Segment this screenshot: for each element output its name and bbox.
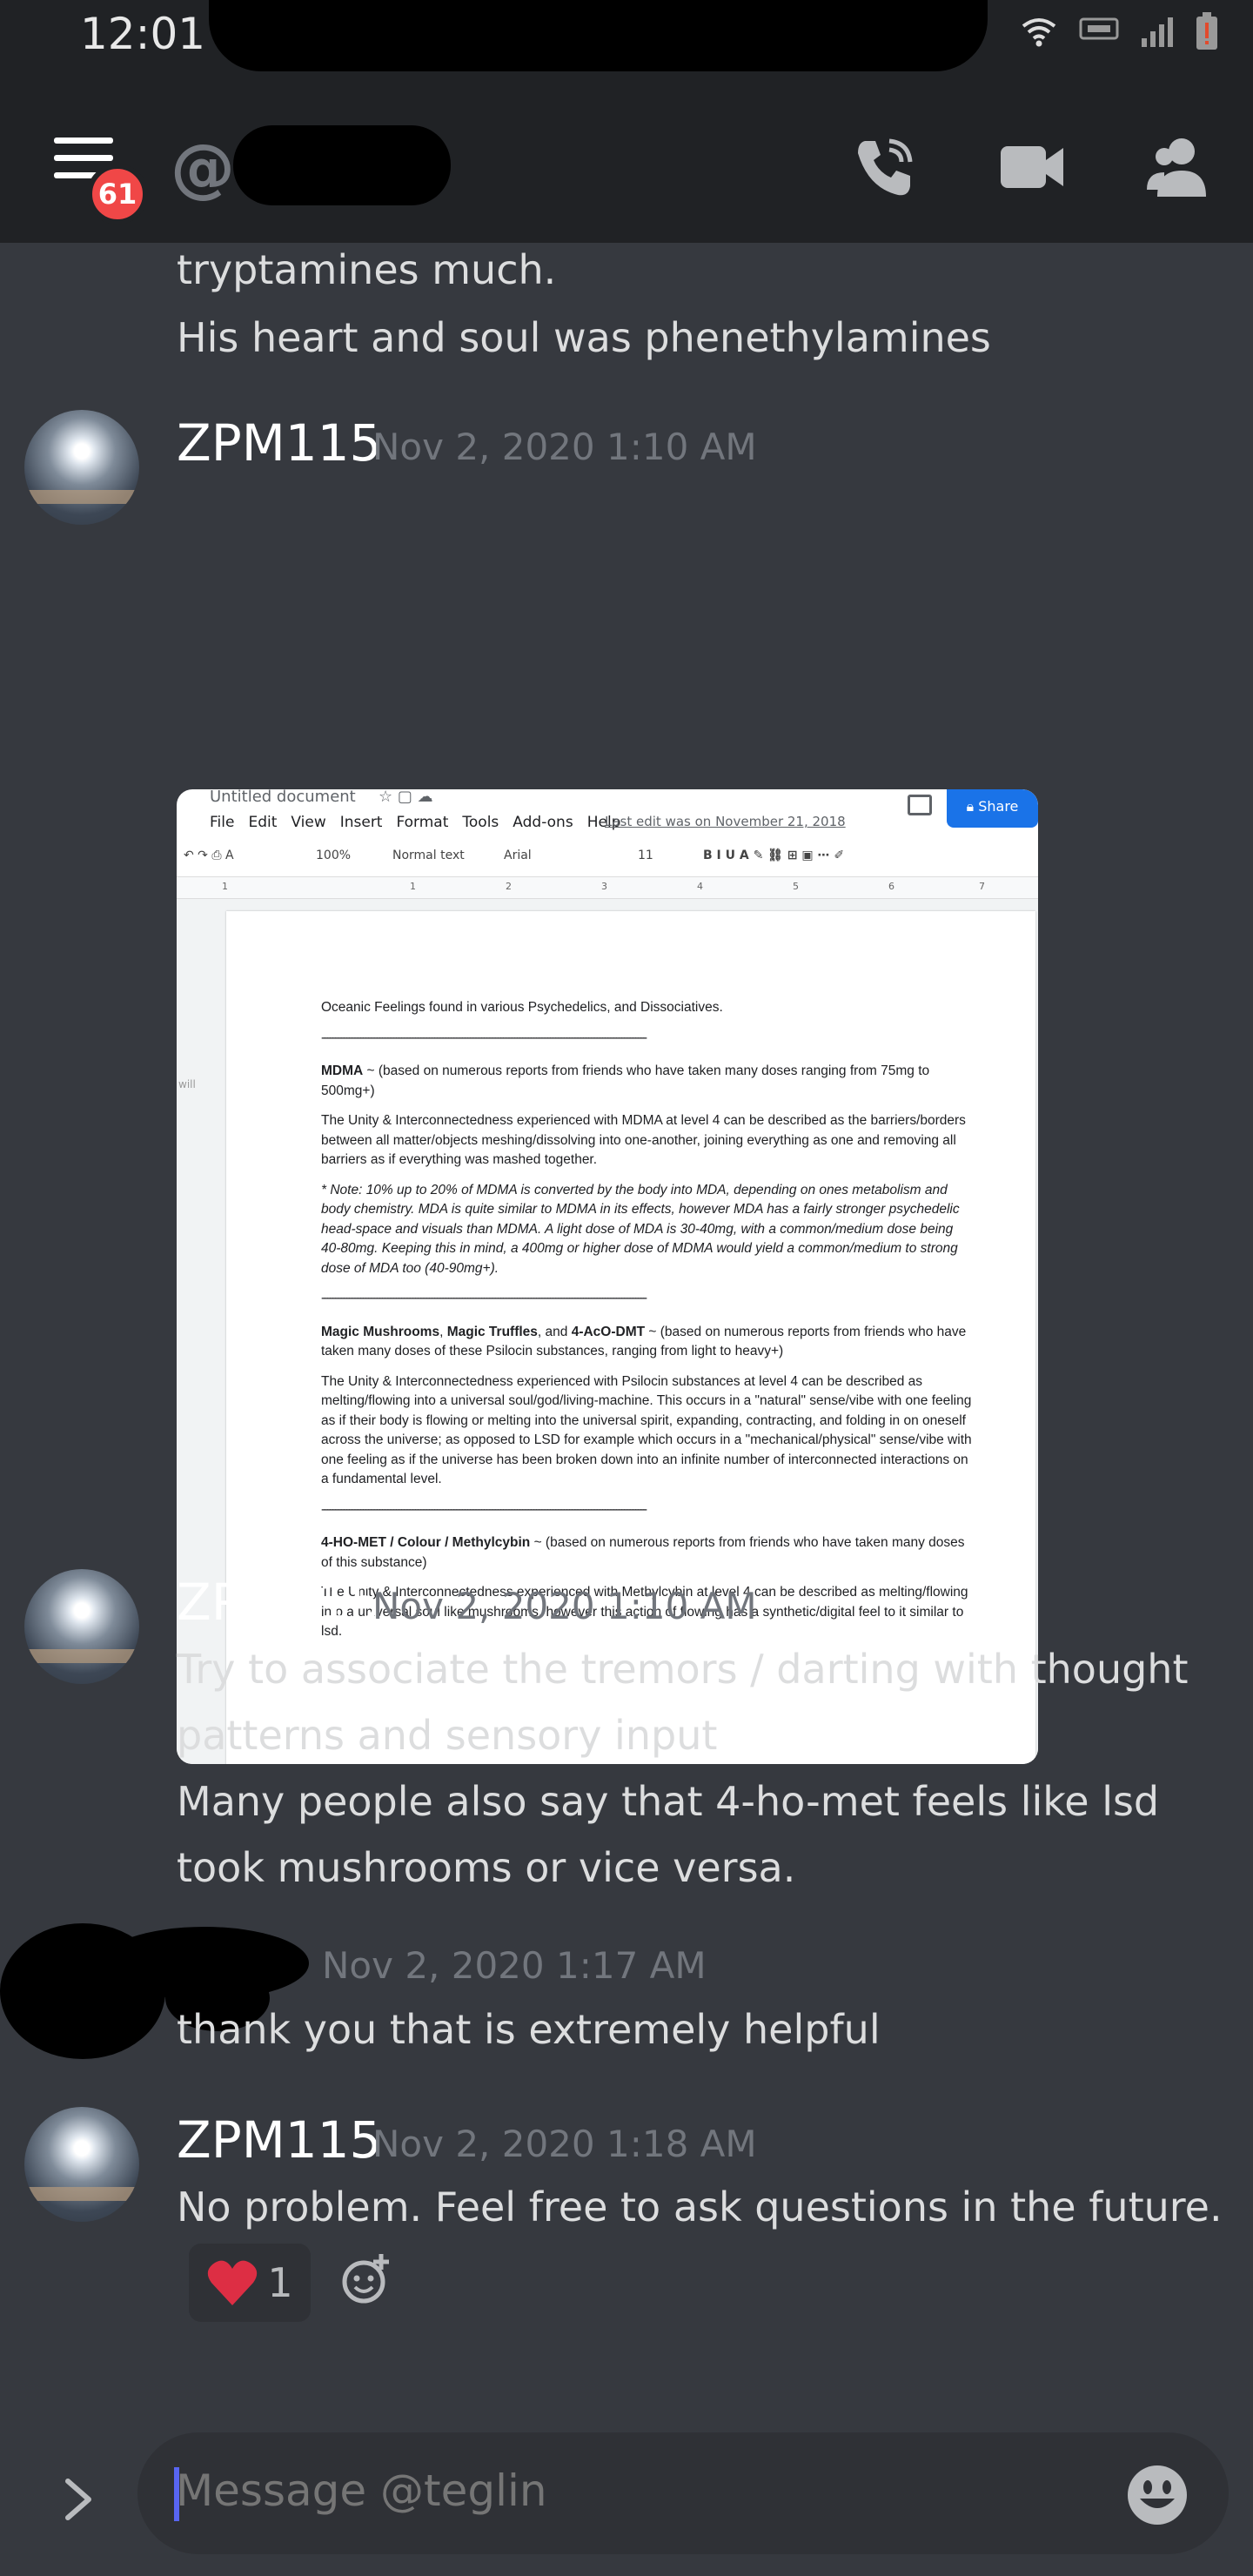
video-call-icon[interactable] xyxy=(995,131,1069,204)
author-name[interactable]: ZPM115 xyxy=(177,2110,381,2170)
clock: 12:01 xyxy=(80,9,206,59)
doc-menu-item: File xyxy=(210,814,235,831)
call-icon[interactable] xyxy=(848,131,921,204)
doc-note: * Note: 10% up to 20% of MDMA is convert… xyxy=(321,1182,960,1276)
comment-icon xyxy=(908,795,932,815)
lock-icon: 🔒︎ xyxy=(966,798,979,815)
doc-bold: 4-HO-MET / Colour / Methylcybin xyxy=(321,1535,531,1550)
message-text: thank you that is extremely helpful xyxy=(177,2006,881,2053)
add-reaction-icon[interactable] xyxy=(341,2252,393,2304)
author-name[interactable]: ZPM115 xyxy=(177,1573,381,1632)
doc-separator: ----------------------------------------… xyxy=(321,1501,647,1517)
doc-paragraph: 4-HO-MET / Colour / Methylcybin ~ (based… xyxy=(321,1533,974,1573)
doc-menu-item: Insert xyxy=(339,814,383,831)
doc-bold: Magic Truffles xyxy=(446,1324,538,1339)
doc-heading: Oceanic Feelings found in various Psyche… xyxy=(321,1000,723,1015)
doc-font-size: 11 xyxy=(638,849,653,862)
avatar[interactable] xyxy=(24,1569,139,1684)
doc-toolbar: ↶ ↷ ⎙ A 100% Normal text Arial 11 B I U … xyxy=(177,836,1038,876)
author-name[interactable]: ZPM115 xyxy=(177,413,381,473)
ruler-tick: 1 xyxy=(410,881,416,892)
timestamp: Nov 2, 2020 1:10 AM xyxy=(372,1585,757,1627)
side-note: will xyxy=(178,1078,196,1090)
status-bar: 12:01 xyxy=(0,0,1253,71)
ruler-tick: 1 xyxy=(222,881,228,892)
doc-body: Oceanic Feelings found in various Psyche… xyxy=(321,998,974,1653)
share-button: 🔒︎ Share xyxy=(947,789,1038,828)
doc-paragraph: MDMA ~ (based on numerous reports from f… xyxy=(321,1062,974,1101)
doc-text: , xyxy=(439,1324,447,1339)
ruler-tick: 4 xyxy=(697,881,703,892)
doc-font: Arial xyxy=(504,849,532,862)
doc-menu-item: Add-ons xyxy=(513,814,573,831)
emoji-icon[interactable] xyxy=(1126,2464,1189,2526)
doc-bold: 4-AcO-DMT xyxy=(571,1324,646,1339)
status-icons xyxy=(1020,12,1218,50)
doc-paragraph: Magic Mushrooms, Magic Truffles, and 4-A… xyxy=(321,1323,974,1362)
redacted-username xyxy=(233,125,451,205)
message-text: tryptamines much. xyxy=(177,246,557,293)
doc-zoom: 100% xyxy=(316,849,352,862)
message-input-box[interactable] xyxy=(137,2432,1229,2554)
chevron-right-icon[interactable] xyxy=(57,2469,101,2530)
doc-menu-item: Edit xyxy=(248,814,278,831)
doc-last-edit: Last edit was on November 21, 2018 xyxy=(605,814,846,829)
undo-icon: ↶ ↷ ⎙ A xyxy=(184,849,234,862)
ruler-tick: 6 xyxy=(888,881,895,892)
heart-icon xyxy=(208,2260,258,2305)
doc-ruler: 1 1 2 3 4 5 6 7 xyxy=(177,876,1038,899)
message-text: Many people also say that 4-ho-met feels… xyxy=(177,1778,1160,1825)
doc-text: ~ (based on numerous reports from friend… xyxy=(321,1063,930,1098)
battery-icon xyxy=(1196,12,1217,50)
ruler-tick: 5 xyxy=(793,881,799,892)
message-text: No problem. Feel free to ask questions i… xyxy=(177,2184,1223,2231)
composer xyxy=(0,2415,1253,2576)
message-text: patterns and sensory input xyxy=(177,1712,718,1759)
message-input[interactable] xyxy=(176,2465,959,2516)
doc-menu: File Edit View Insert Format Tools Add-o… xyxy=(210,814,620,831)
doc-style: Normal text xyxy=(392,849,465,862)
avatar[interactable] xyxy=(24,2107,139,2222)
format-icons: B I U A ✎ ⛓ ⊞ ▣ ⋯ ✐ xyxy=(703,849,845,862)
message-list[interactable]: tryptamines much. His heart and soul was… xyxy=(0,243,1253,2415)
message-text: took mushrooms or vice versa. xyxy=(177,1844,796,1891)
avatar[interactable] xyxy=(24,410,139,525)
doc-bold: MDMA xyxy=(321,1063,364,1078)
ruler-tick: 2 xyxy=(506,881,512,892)
doc-title: Untitled document xyxy=(210,789,356,806)
star-icon: ☆ ▢ ☁ xyxy=(379,789,433,806)
doc-separator: ----------------------------------------… xyxy=(321,1291,647,1305)
reaction-count: 1 xyxy=(267,2259,293,2306)
message-text: His heart and soul was phenethylamines xyxy=(177,314,991,361)
signal-icon xyxy=(1142,17,1173,47)
menu-bar-icon xyxy=(54,155,113,161)
doc-menu-item: Format xyxy=(396,814,449,831)
doc-menu-item: Tools xyxy=(462,814,499,831)
reaction-heart[interactable]: 1 xyxy=(189,2244,311,2322)
doc-paragraph: The Unity & Interconnectedness experienc… xyxy=(321,1113,966,1167)
menu-bar-icon xyxy=(54,138,113,144)
doc-paragraph: The Unity & Interconnectedness experienc… xyxy=(321,1373,972,1487)
at-icon: @ xyxy=(171,131,235,205)
doc-separator: ----------------------------------------… xyxy=(321,1030,647,1045)
ruler-tick: 3 xyxy=(601,881,607,892)
timestamp: Nov 2, 2020 1:18 AM xyxy=(372,2123,757,2165)
ruler-tick: 7 xyxy=(979,881,985,892)
timestamp: Nov 2, 2020 1:17 AM xyxy=(322,1944,707,1987)
doc-bold: Magic Mushrooms xyxy=(321,1324,440,1339)
share-label: Share xyxy=(978,798,1019,815)
members-icon[interactable] xyxy=(1143,131,1216,204)
doc-paragraph: * Note: 10% up to 20% of MDMA is convert… xyxy=(321,1181,974,1279)
dm-header: 61 @ xyxy=(0,71,1253,243)
timestamp: Nov 2, 2020 1:10 AM xyxy=(372,426,757,468)
doc-text: , and xyxy=(537,1324,572,1339)
message-text: Try to associate the tremors / darting w… xyxy=(177,1646,1189,1693)
doc-menu-item: View xyxy=(291,814,326,831)
network-type-icon xyxy=(1079,17,1119,40)
wifi-icon xyxy=(1022,18,1056,47)
redaction-block xyxy=(209,0,988,71)
unread-badge: 61 xyxy=(87,164,148,225)
